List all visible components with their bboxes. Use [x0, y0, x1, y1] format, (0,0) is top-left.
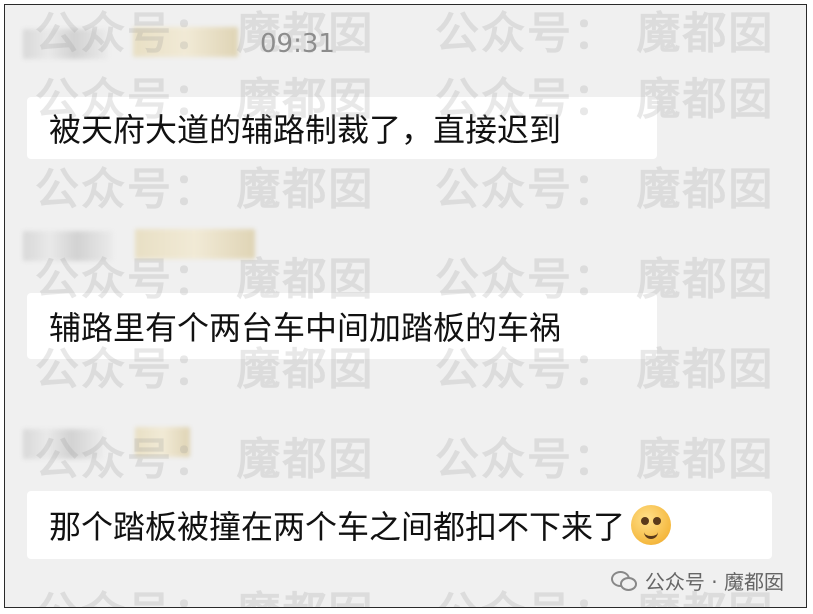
- watermark: 公众号： 魔都囡: [35, 577, 374, 607]
- grinning-sweat-emoji: [631, 505, 672, 545]
- chat-message[interactable]: 辅路里有个两台车中间加踏板的车祸: [27, 293, 657, 359]
- watermark: 公众号： 魔都囡: [435, 434, 775, 485]
- blurred-sender-name: [23, 29, 108, 59]
- blurred-sender-name: [133, 27, 238, 57]
- wechat-icon: [610, 570, 637, 591]
- chat-message[interactable]: 那个踏板被撞在两个车之间都扣不下来了: [27, 491, 772, 559]
- blurred-sender-name: [23, 231, 113, 261]
- chat-screenshot: 09:31 被天府大道的辅路制裁了，直接迟到 辅路里有个两台车中间加踏板的车祸 …: [4, 4, 807, 608]
- blurred-sender-name: [135, 229, 255, 259]
- watermark: 公众号： 魔都囡: [35, 164, 375, 215]
- message-timestamp: 09:31: [260, 29, 335, 59]
- blurred-sender-name: [135, 427, 190, 457]
- chat-message[interactable]: 被天府大道的辅路制裁了，直接迟到: [27, 97, 657, 159]
- watermark: 公众号： 魔都囡: [435, 164, 775, 215]
- message-text: 那个踏板被撞在两个车之间都扣不下来了: [49, 508, 626, 546]
- credit-text: 公众号 · 魔都囡: [644, 570, 784, 594]
- blurred-sender-name: [23, 429, 103, 459]
- message-text: 被天府大道的辅路制裁了，直接迟到: [49, 111, 562, 149]
- message-text: 辅路里有个两台车中间加踏板的车祸: [49, 309, 562, 347]
- watermark: 公众号： 魔都囡: [435, 8, 775, 59]
- source-credit: 公众号 · 魔都囡: [610, 566, 784, 595]
